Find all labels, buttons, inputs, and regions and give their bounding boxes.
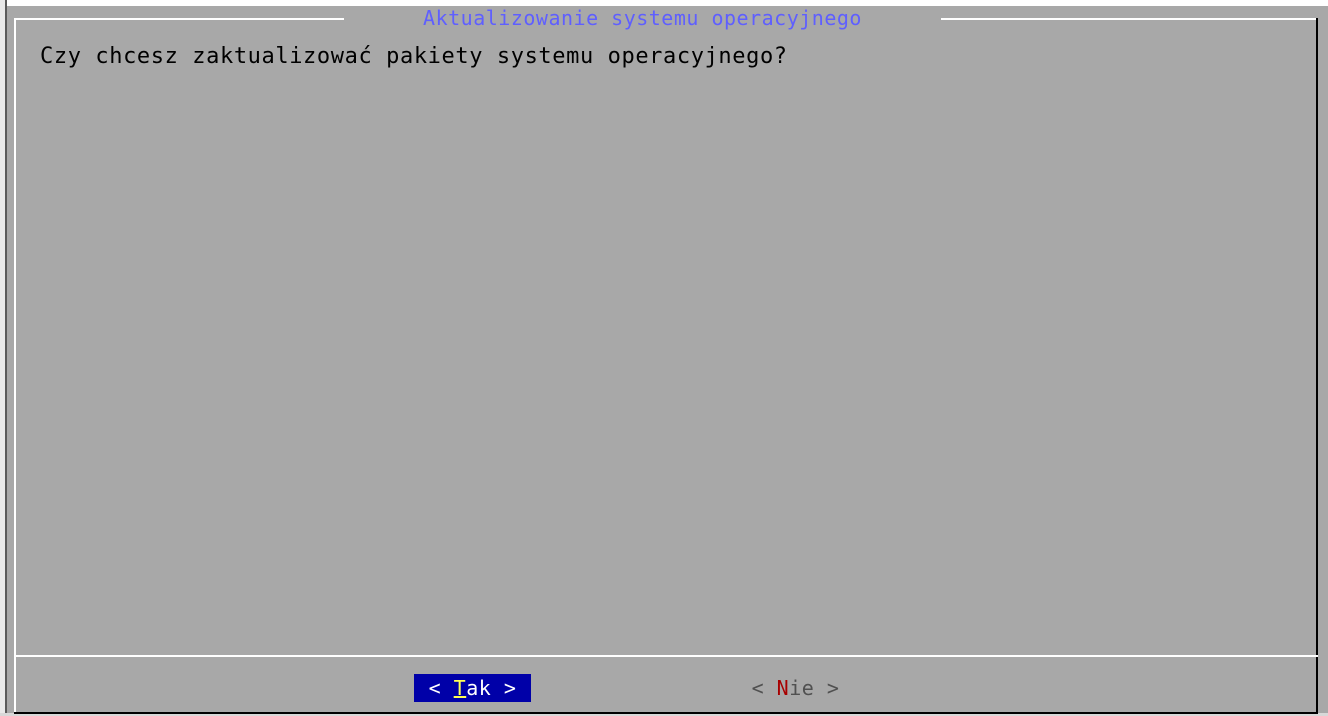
dialog-border-right: [1316, 18, 1318, 658]
yes-button[interactable]: < Tak >: [414, 674, 531, 702]
no-button-hotkey: N: [776, 676, 790, 700]
no-button-left-bracket: <: [751, 676, 777, 700]
dialog-title: Aktualizowanie systemu operacyjnego: [344, 6, 941, 30]
dialog-border-top-right: [941, 18, 1318, 20]
no-button[interactable]: < Nie >: [738, 674, 853, 702]
yes-button-left-bracket: <: [428, 676, 454, 700]
yes-button-right-bracket: >: [491, 676, 517, 700]
no-button-right-bracket: >: [814, 676, 840, 700]
yes-button-hotkey: T: [453, 676, 467, 700]
yesno-dialog: Aktualizowanie systemu operacyjnego Czy …: [14, 6, 1318, 714]
dialog-border-left: [14, 18, 16, 714]
screen-left-shadow: [5, 0, 7, 716]
dialog-button-separator: [14, 655, 1318, 657]
dialog-border-bottom: [14, 712, 1318, 714]
terminal-screen: Aktualizowanie systemu operacyjnego Czy …: [0, 0, 1328, 716]
dialog-question: Czy chcesz zaktualizować pakiety systemu…: [40, 44, 788, 69]
no-button-label-rest: ie: [789, 676, 815, 700]
dialog-border-top-left: [14, 18, 344, 20]
dialog-border-right-lower: [1316, 658, 1318, 714]
yes-button-label-rest: ak: [466, 676, 492, 700]
